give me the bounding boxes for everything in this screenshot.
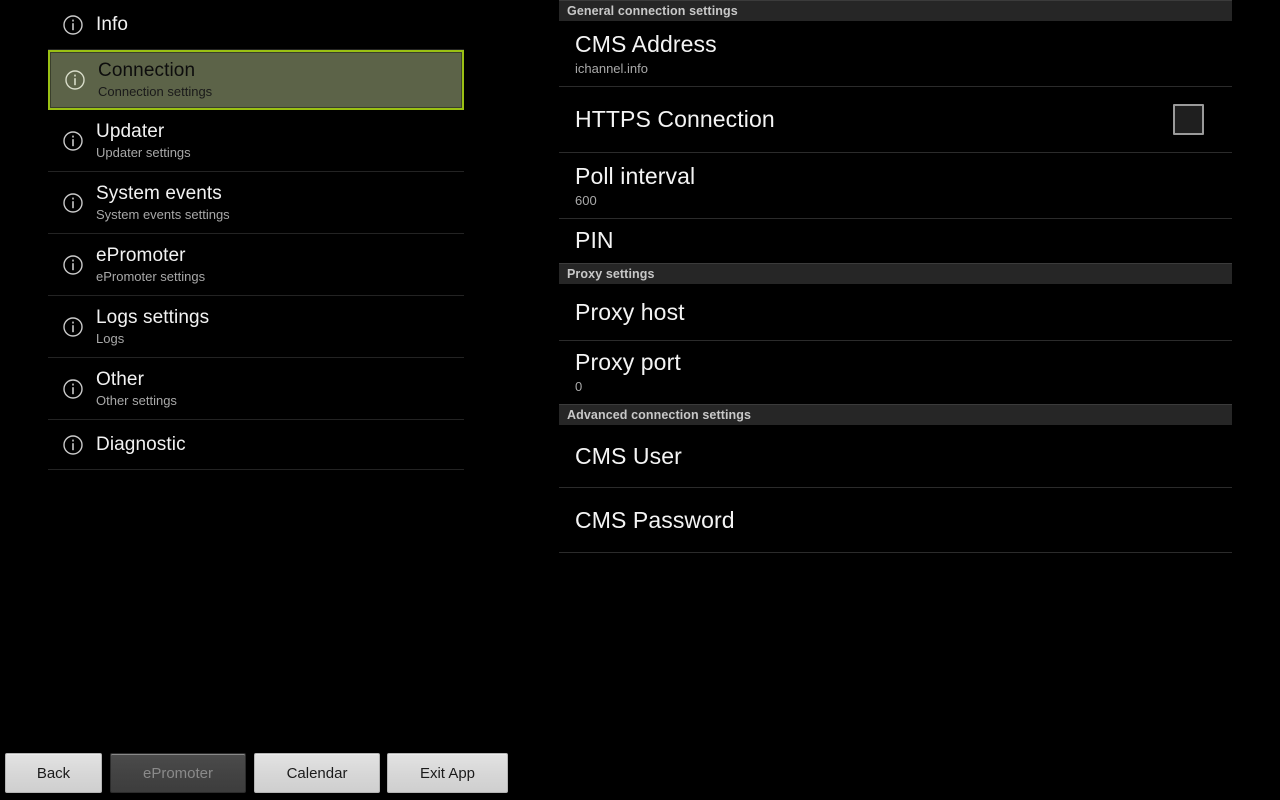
info-icon xyxy=(62,434,84,456)
pref-text: PIN xyxy=(575,227,614,254)
pref-title: PIN xyxy=(575,227,614,253)
sidebar-item-subtitle: Logs xyxy=(96,330,125,346)
sidebar-item-title: Connection xyxy=(98,60,196,81)
pref-text: Proxy host xyxy=(575,299,685,326)
info-icon xyxy=(62,130,84,152)
sidebar-item-text: Logs settings Logs xyxy=(96,306,209,348)
sidebar-item-diagnostic[interactable]: Diagnostic xyxy=(48,420,464,470)
pref-text: CMS User xyxy=(575,443,682,470)
pref-row-proxy-host[interactable]: Proxy host xyxy=(559,284,1232,341)
sidebar-item-subtitle: Other settings xyxy=(96,392,177,408)
pref-title: Poll interval xyxy=(575,162,696,189)
section-header-proxy: Proxy settings xyxy=(559,263,1232,284)
sidebar-item-text: Other Other settings xyxy=(96,368,177,410)
pref-text: Proxy port 0 xyxy=(575,349,681,395)
info-icon xyxy=(64,69,86,91)
bottom-button-bar: Back ePromoter Calendar Exit App xyxy=(0,745,1280,800)
pref-row-poll-interval[interactable]: Poll interval 600 xyxy=(559,153,1232,219)
sidebar-item-subtitle: Updater settings xyxy=(96,144,191,160)
sidebar-item-connection[interactable]: Connection Connection settings xyxy=(48,50,464,110)
section-header-general: General connection settings xyxy=(559,0,1232,21)
pref-title: CMS Address xyxy=(575,30,717,57)
info-icon xyxy=(62,378,84,400)
sidebar-item-title: ePromoter xyxy=(96,244,186,266)
sidebar-item-updater[interactable]: Updater Updater settings xyxy=(48,110,464,172)
pref-title: Proxy port xyxy=(575,349,681,375)
pref-title: Proxy host xyxy=(575,298,685,325)
calendar-button[interactable]: Calendar xyxy=(254,753,380,793)
app-screen: Info Connection Connection settings Upda… xyxy=(0,0,1280,800)
sidebar-item-other[interactable]: Other Other settings xyxy=(48,358,464,420)
sidebar-item-text: Diagnostic xyxy=(96,433,186,456)
info-icon xyxy=(62,14,84,36)
section-header-label: Proxy settings xyxy=(567,267,655,281)
section-header-label: Advanced connection settings xyxy=(567,408,752,422)
sidebar-item-subtitle: Connection settings xyxy=(98,84,213,99)
sidebar-item-text: Info xyxy=(96,13,128,36)
settings-sidebar: Info Connection Connection settings Upda… xyxy=(0,0,512,745)
sidebar-item-system-events[interactable]: System events System events settings xyxy=(48,172,464,234)
pref-title: CMS Password xyxy=(575,506,735,533)
pref-row-cms-user[interactable]: CMS User xyxy=(559,425,1232,488)
pref-text: Poll interval 600 xyxy=(575,163,695,209)
pref-value: 600 xyxy=(575,192,597,208)
epromoter-button: ePromoter xyxy=(110,753,246,793)
pref-title: HTTPS Connection xyxy=(575,106,775,132)
sidebar-item-logs-settings[interactable]: Logs settings Logs xyxy=(48,296,464,358)
pref-text: CMS Password xyxy=(575,507,735,534)
sidebar-item-title: Updater xyxy=(96,120,165,142)
pref-row-proxy-port[interactable]: Proxy port 0 xyxy=(559,341,1232,404)
sidebar-item-epromoter[interactable]: ePromoter ePromoter settings xyxy=(48,234,464,296)
section-header-label: General connection settings xyxy=(567,4,738,18)
preferences-panel: General connection settings CMS Address … xyxy=(559,0,1232,745)
info-icon xyxy=(62,192,84,214)
info-icon xyxy=(62,254,84,276)
sidebar-item-title: Logs settings xyxy=(96,306,210,328)
exit-app-button[interactable]: Exit App xyxy=(387,753,508,793)
sidebar-item-text: ePromoter ePromoter settings xyxy=(96,244,205,286)
sidebar-item-title: Other xyxy=(96,368,145,390)
sidebar-item-subtitle: ePromoter settings xyxy=(96,268,206,284)
pref-title: CMS User xyxy=(575,442,682,469)
sidebar-item-subtitle: System events settings xyxy=(96,206,230,222)
pref-value: ichannel.info xyxy=(575,60,648,76)
sidebar-item-title: Info xyxy=(96,14,129,35)
pref-value: 0 xyxy=(575,379,583,394)
sidebar-item-title: Diagnostic xyxy=(96,434,186,455)
sidebar-item-info[interactable]: Info xyxy=(48,0,464,50)
pref-text: HTTPS Connection xyxy=(575,106,775,133)
info-icon xyxy=(62,316,84,338)
pref-row-https-connection[interactable]: HTTPS Connection xyxy=(559,87,1232,153)
back-button[interactable]: Back xyxy=(5,753,102,793)
section-header-advanced: Advanced connection settings xyxy=(559,404,1232,425)
https-connection-checkbox[interactable] xyxy=(1173,104,1204,135)
sidebar-item-text: Connection Connection settings xyxy=(98,59,212,101)
pref-row-pin[interactable]: PIN xyxy=(559,219,1232,263)
sidebar-item-text: System events System events settings xyxy=(96,182,230,224)
sidebar-item-title: System events xyxy=(96,182,222,204)
pref-text: CMS Address ichannel.info xyxy=(575,31,717,77)
pref-row-cms-password[interactable]: CMS Password xyxy=(559,488,1232,553)
sidebar-item-text: Updater Updater settings xyxy=(96,120,191,162)
pref-row-cms-address[interactable]: CMS Address ichannel.info xyxy=(559,21,1232,87)
